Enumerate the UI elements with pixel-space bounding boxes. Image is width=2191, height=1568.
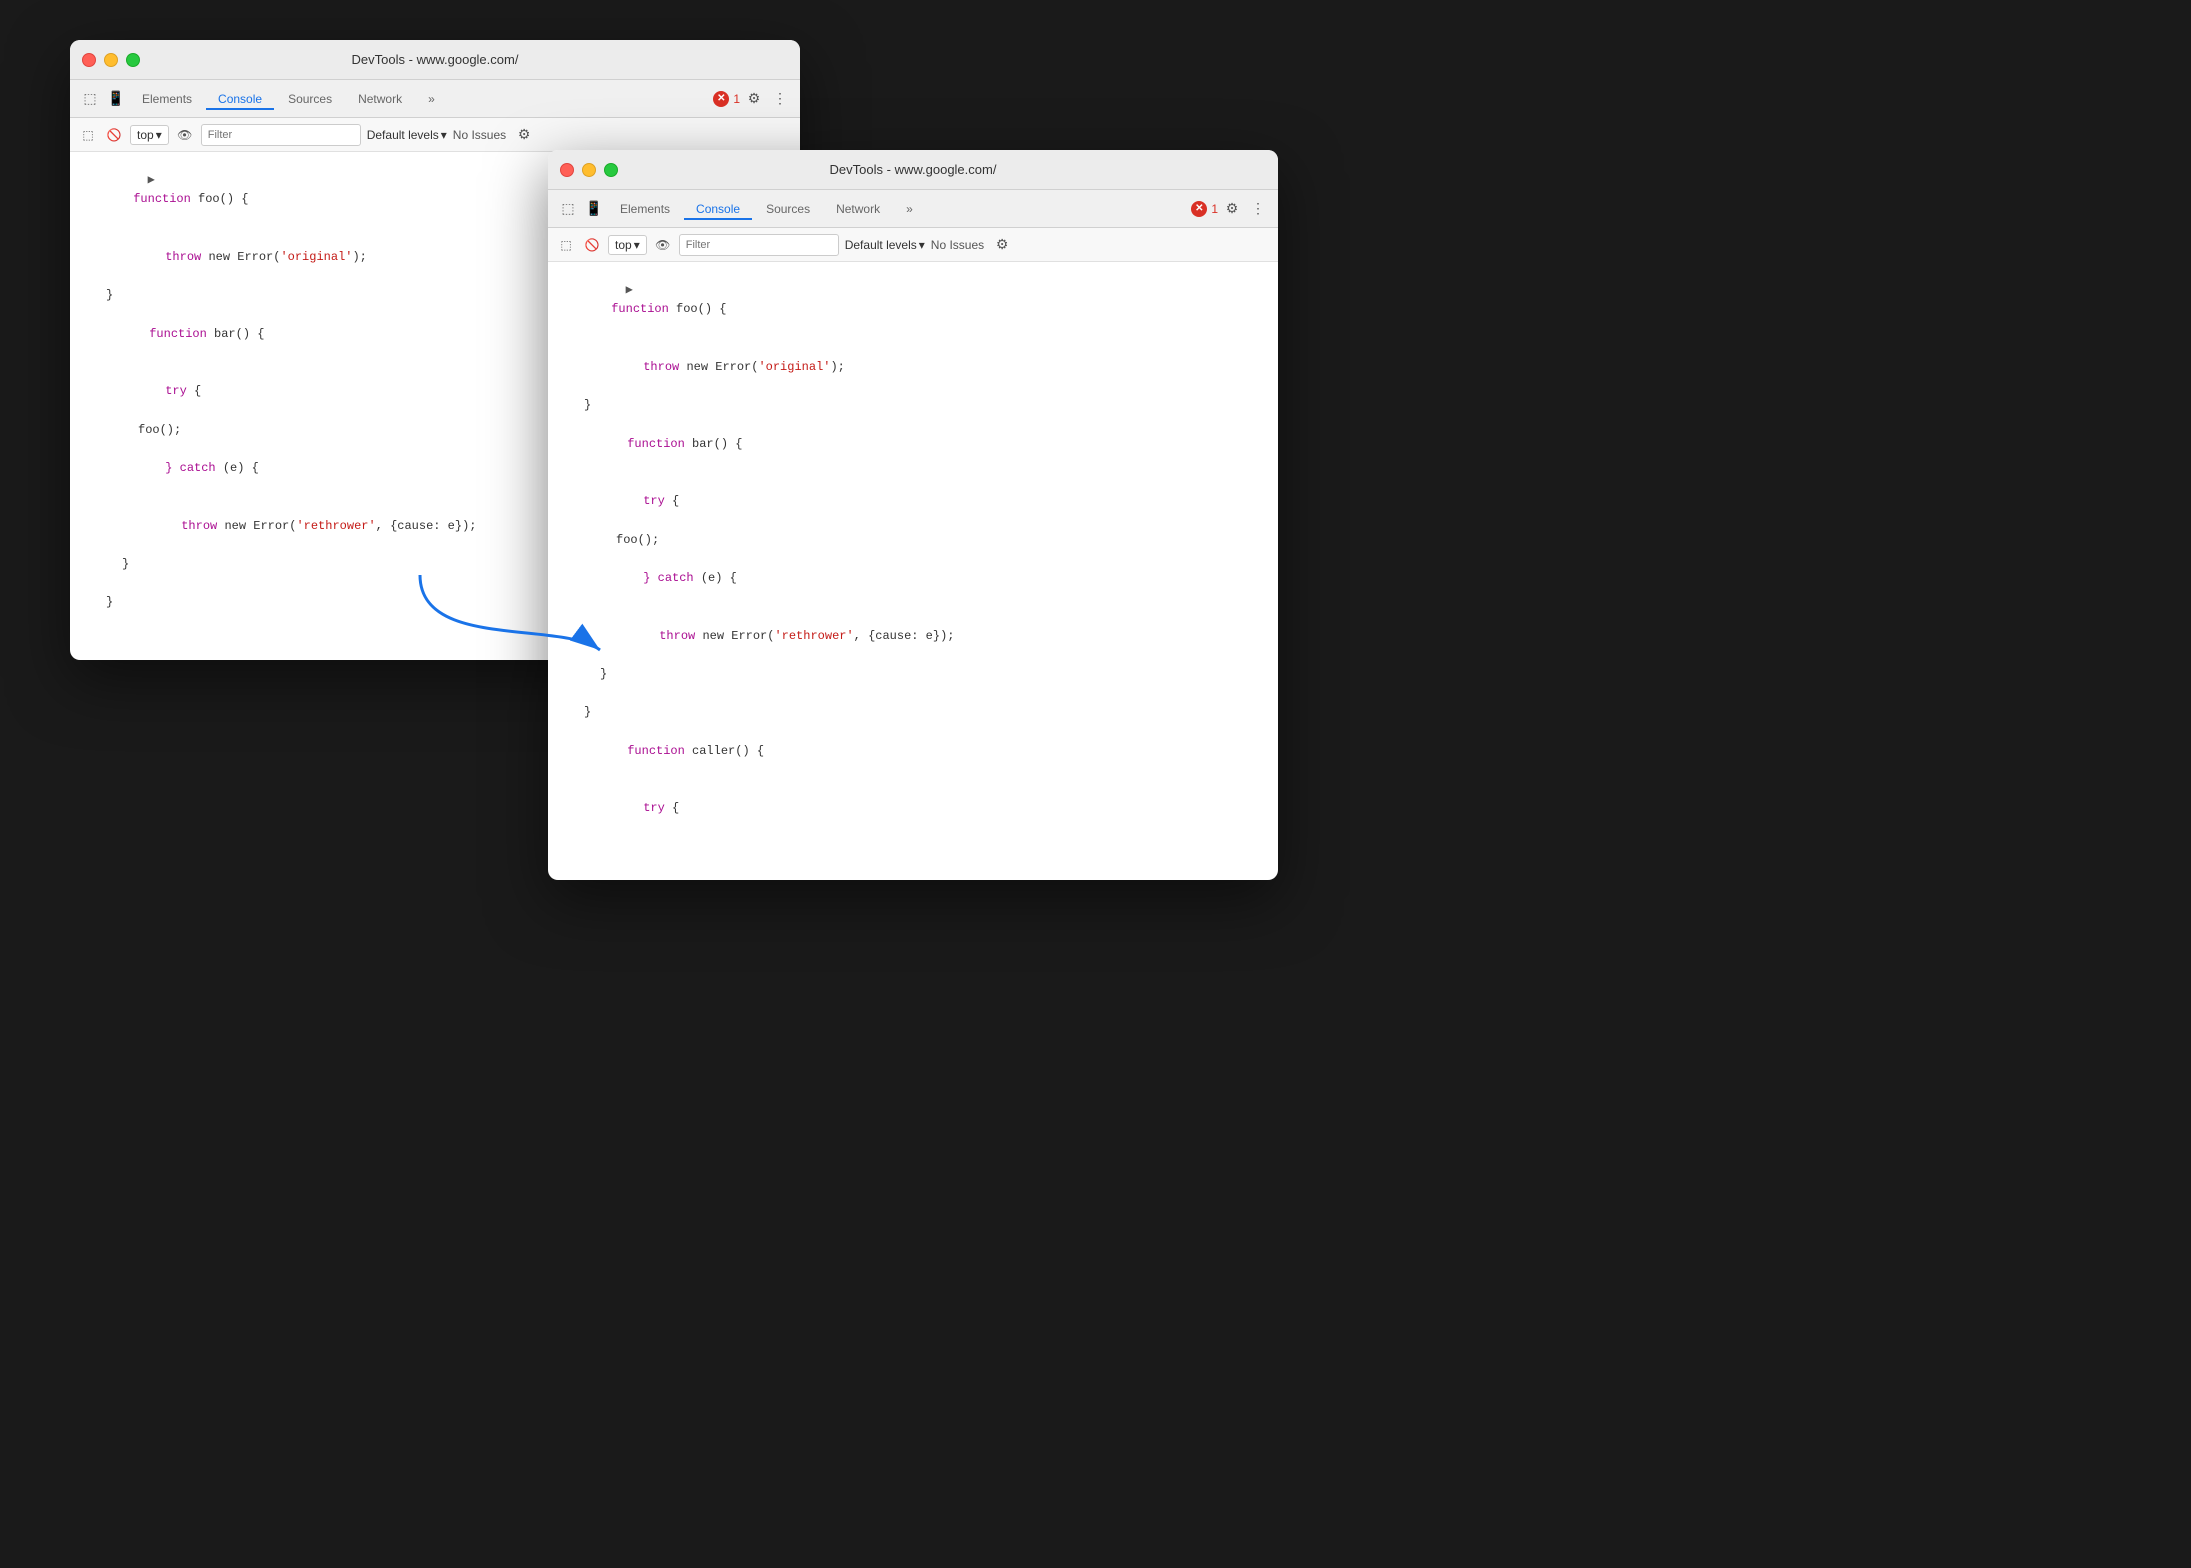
levels-dropdown-back[interactable]: Default levels ▾: [367, 128, 447, 142]
code-line-7-front: } catch (e) {: [548, 550, 1278, 608]
levels-dropdown-front[interactable]: Default levels ▾: [845, 238, 925, 252]
filter-input-front[interactable]: [679, 234, 839, 256]
top-dropdown-back[interactable]: top ▾: [130, 125, 169, 145]
tab-sources-back[interactable]: Sources: [276, 88, 344, 110]
settings-icon-front[interactable]: ⚙: [1220, 197, 1244, 221]
error-count-back: 1: [733, 92, 740, 106]
title-bar-front: DevTools - www.google.com/: [548, 150, 1278, 190]
error-circle-back: ✕: [713, 91, 729, 107]
top-label-front: top: [615, 238, 632, 252]
code-line-12-front: function caller() {: [548, 723, 1278, 781]
more-icon-front[interactable]: ⋮: [1246, 197, 1270, 221]
top-arrow-front: ▾: [634, 238, 640, 252]
minimize-button-front[interactable]: [582, 163, 596, 177]
code-line-9-front: }: [548, 665, 1278, 684]
code-line-14-front: bar();: [548, 838, 1278, 840]
device-icon-back[interactable]: 📱: [104, 87, 128, 111]
more-icon-back[interactable]: ⋮: [768, 87, 792, 111]
inspect-icon-back[interactable]: ⬚: [78, 87, 102, 111]
devtools-window-front: DevTools - www.google.com/ ⬚ 📱 Elements …: [548, 150, 1278, 880]
traffic-lights-back: [82, 53, 140, 67]
code-line-11-front: }: [548, 703, 1278, 722]
top-dropdown-front[interactable]: top ▾: [608, 235, 647, 255]
code-line-4-front: function bar() {: [548, 416, 1278, 474]
levels-label-front: Default levels: [845, 238, 917, 252]
maximize-button-back[interactable]: [126, 53, 140, 67]
inspect-icon-front[interactable]: ⬚: [556, 197, 580, 221]
window-title-front: DevTools - www.google.com/: [830, 162, 997, 177]
code-line-10-front: [548, 684, 1278, 703]
no-issues-back: No Issues: [453, 128, 506, 142]
settings-icon-back[interactable]: ⚙: [742, 87, 766, 111]
settings-console-icon-back[interactable]: ⚙: [512, 123, 536, 147]
close-button-back[interactable]: [82, 53, 96, 67]
tab-console-back[interactable]: Console: [206, 88, 274, 110]
device-icon-front[interactable]: 📱: [582, 197, 606, 221]
code-line-3-front: }: [548, 396, 1278, 415]
console-content-front: ▶ function foo() { throw new Error('orig…: [548, 262, 1278, 840]
error-circle-front: ✕: [1191, 201, 1207, 217]
minimize-button-back[interactable]: [104, 53, 118, 67]
tab-bar-back: ⬚ 📱 Elements Console Sources Network » ✕…: [70, 80, 800, 118]
code-line-5-front: try {: [548, 473, 1278, 531]
tab-console-front[interactable]: Console: [684, 198, 752, 220]
tab-network-front[interactable]: Network: [824, 198, 892, 220]
settings-console-icon-front[interactable]: ⚙: [990, 233, 1014, 257]
title-bar-back: DevTools - www.google.com/: [70, 40, 800, 80]
tab-bar-front: ⬚ 📱 Elements Console Sources Network » ✕…: [548, 190, 1278, 228]
error-badge-front: ✕ 1: [1191, 201, 1218, 217]
top-arrow-back: ▾: [156, 128, 162, 142]
eye-icon-back[interactable]: 👁: [175, 125, 195, 145]
tab-network-back[interactable]: Network: [346, 88, 414, 110]
tab-elements-front[interactable]: Elements: [608, 198, 682, 220]
console-toolbar-back: ⬚ 🚫 top ▾ 👁 Default levels ▾ No Issues ⚙: [70, 118, 800, 152]
sidebar-icon-back[interactable]: ⬚: [78, 125, 98, 145]
tab-elements-back[interactable]: Elements: [130, 88, 204, 110]
traffic-lights-front: [560, 163, 618, 177]
close-button-front[interactable]: [560, 163, 574, 177]
code-line-2-front: throw new Error('original');: [548, 339, 1278, 397]
sidebar-icon-front[interactable]: ⬚: [556, 235, 576, 255]
tab-more-back[interactable]: »: [416, 88, 447, 110]
tab-more-front[interactable]: »: [894, 198, 925, 220]
top-label-back: top: [137, 128, 154, 142]
tab-sources-front[interactable]: Sources: [754, 198, 822, 220]
window-title-back: DevTools - www.google.com/: [352, 52, 519, 67]
code-line-13-front: try {: [548, 780, 1278, 838]
maximize-button-front[interactable]: [604, 163, 618, 177]
no-issues-front: No Issues: [931, 238, 984, 252]
code-line-1-front: ▶ function foo() {: [548, 262, 1278, 339]
clear-icon-front[interactable]: 🚫: [582, 235, 602, 255]
levels-label-back: Default levels: [367, 128, 439, 142]
error-count-front: 1: [1211, 202, 1218, 216]
error-badge-back: ✕ 1: [713, 91, 740, 107]
clear-icon-back[interactable]: 🚫: [104, 125, 124, 145]
filter-input-back[interactable]: [201, 124, 361, 146]
code-line-8-front: throw new Error('rethrower', {cause: e})…: [548, 607, 1278, 665]
eye-icon-front[interactable]: 👁: [653, 235, 673, 255]
code-line-6-front: foo();: [548, 531, 1278, 550]
console-toolbar-front: ⬚ 🚫 top ▾ 👁 Default levels ▾ No Issues ⚙: [548, 228, 1278, 262]
